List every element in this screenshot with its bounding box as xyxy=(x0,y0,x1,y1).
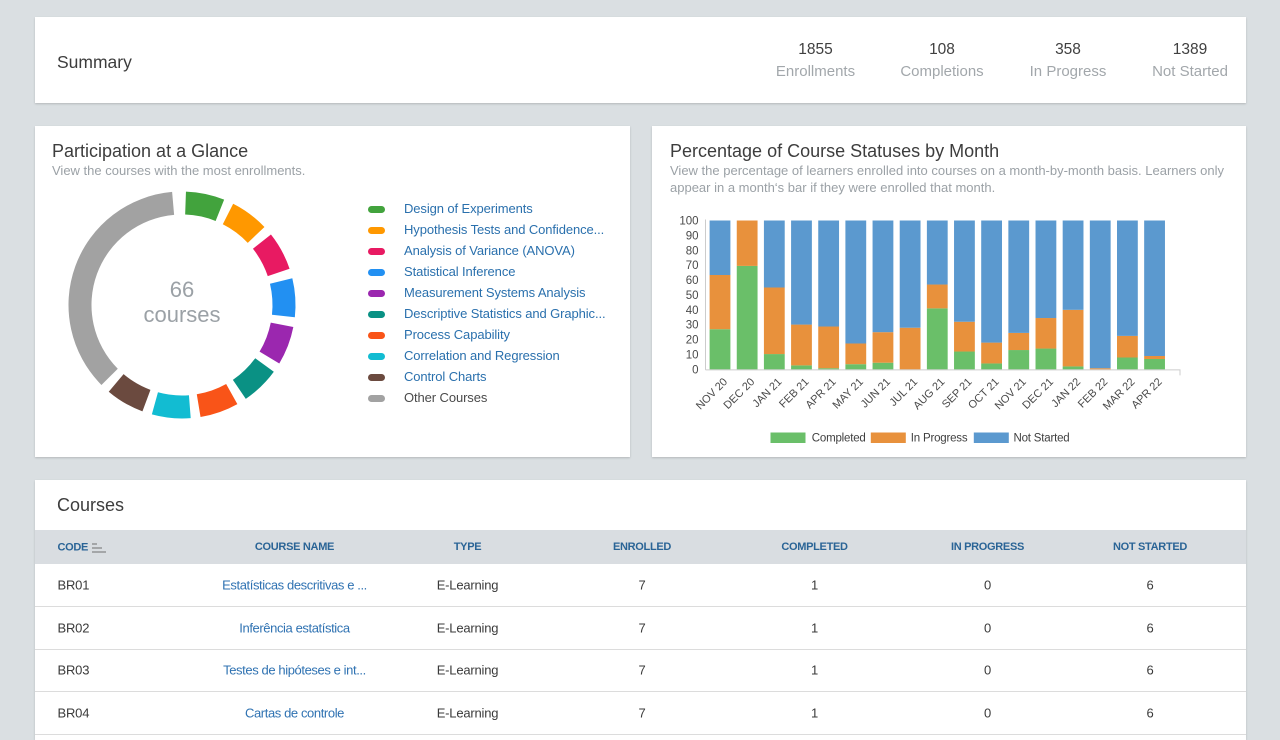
svg-text:70: 70 xyxy=(686,260,699,272)
svg-text:MAY 21: MAY 21 xyxy=(830,376,865,411)
svg-text:40: 40 xyxy=(686,305,699,317)
svg-text:Completed: Completed xyxy=(812,433,866,445)
svg-text:10: 10 xyxy=(686,350,699,362)
svg-text:20: 20 xyxy=(686,335,699,347)
svg-text:APR 22: APR 22 xyxy=(1129,376,1164,411)
svg-text:100: 100 xyxy=(679,216,698,228)
svg-text:In Progress: In Progress xyxy=(911,433,968,445)
svg-text:90: 90 xyxy=(686,230,699,242)
svg-text:30: 30 xyxy=(686,320,699,332)
svg-text:60: 60 xyxy=(686,275,699,287)
svg-text:80: 80 xyxy=(686,245,699,257)
svg-text:JUN 21: JUN 21 xyxy=(859,376,893,410)
svg-text:50: 50 xyxy=(686,290,699,302)
svg-text:Not Started: Not Started xyxy=(1014,433,1070,445)
svg-text:0: 0 xyxy=(692,364,698,376)
